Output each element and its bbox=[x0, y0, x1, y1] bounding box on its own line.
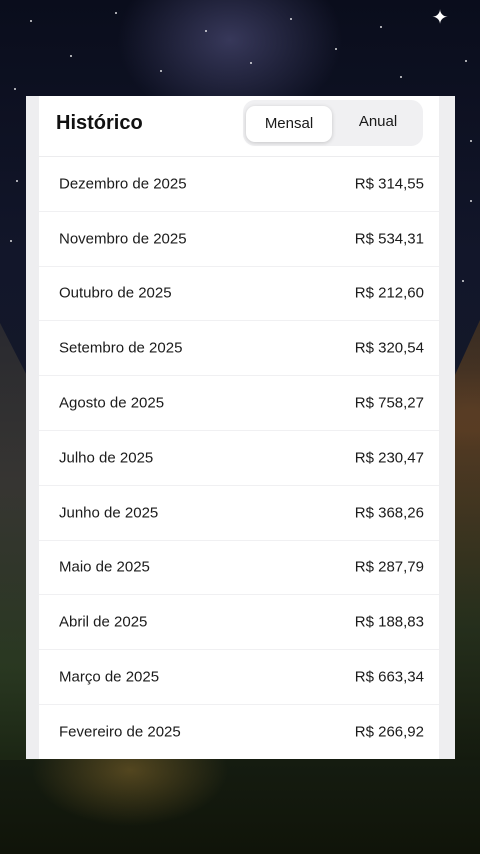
star bbox=[10, 240, 12, 242]
history-month: Maio de 2025 bbox=[59, 558, 150, 576]
star bbox=[115, 12, 117, 14]
history-amount: R$ 534,31 bbox=[354, 230, 424, 248]
history-row[interactable]: Abril de 2025 R$ 188,83 bbox=[39, 595, 439, 651]
card-left-edge bbox=[26, 96, 39, 759]
history-row[interactable]: Fevereiro de 2025 R$ 266,92 bbox=[39, 705, 439, 759]
star bbox=[470, 140, 472, 142]
star bbox=[462, 280, 464, 282]
history-month: Dezembro de 2025 bbox=[59, 175, 187, 193]
history-row[interactable]: Dezembro de 2025 R$ 314,55 bbox=[39, 157, 439, 212]
star bbox=[205, 30, 207, 32]
card-right-edge bbox=[439, 96, 455, 759]
history-amount: R$ 314,55 bbox=[354, 175, 424, 193]
history-row[interactable]: Outubro de 2025 R$ 212,60 bbox=[39, 267, 439, 322]
history-amount: R$ 368,26 bbox=[354, 504, 424, 522]
history-row[interactable]: Novembro de 2025 R$ 534,31 bbox=[39, 212, 439, 267]
history-amount: R$ 320,54 bbox=[354, 339, 424, 357]
history-amount: R$ 188,83 bbox=[354, 613, 424, 631]
star bbox=[250, 62, 252, 64]
history-list: Dezembro de 2025 R$ 314,55 Novembro de 2… bbox=[39, 157, 439, 759]
star bbox=[290, 18, 292, 20]
page-title: Histórico bbox=[56, 112, 143, 134]
star bbox=[14, 88, 16, 90]
history-row[interactable]: Maio de 2025 R$ 287,79 bbox=[39, 541, 439, 596]
sparkle-star-icon: ✦ bbox=[431, 7, 449, 29]
history-row[interactable]: Agosto de 2025 R$ 758,27 bbox=[39, 376, 439, 431]
history-amount: R$ 230,47 bbox=[354, 449, 424, 467]
history-card: Histórico Mensal Anual Dezembro de 2025 … bbox=[26, 96, 455, 759]
history-row[interactable]: Setembro de 2025 R$ 320,54 bbox=[39, 321, 439, 377]
history-row[interactable]: Março de 2025 R$ 663,34 bbox=[39, 650, 439, 705]
history-amount: R$ 266,92 bbox=[354, 723, 424, 741]
tab-mensal[interactable]: Mensal bbox=[246, 106, 332, 142]
tab-anual[interactable]: Anual bbox=[336, 104, 420, 140]
history-month: Abril de 2025 bbox=[59, 613, 148, 631]
history-amount: R$ 663,34 bbox=[354, 668, 424, 686]
history-row[interactable]: Julho de 2025 R$ 230,47 bbox=[39, 431, 439, 486]
star bbox=[465, 60, 467, 62]
history-row[interactable]: Junho de 2025 R$ 368,26 bbox=[39, 486, 439, 541]
history-month: Fevereiro de 2025 bbox=[59, 723, 181, 741]
history-month: Outubro de 2025 bbox=[59, 284, 172, 302]
history-month: Março de 2025 bbox=[59, 668, 160, 686]
star bbox=[160, 70, 162, 72]
history-month: Setembro de 2025 bbox=[59, 339, 183, 357]
star bbox=[335, 48, 337, 50]
star bbox=[380, 26, 382, 28]
history-month: Novembro de 2025 bbox=[59, 230, 187, 248]
star bbox=[16, 180, 18, 182]
star bbox=[70, 55, 72, 57]
history-month: Julho de 2025 bbox=[59, 449, 154, 467]
star bbox=[400, 76, 402, 78]
history-month: Agosto de 2025 bbox=[59, 394, 165, 412]
history-amount: R$ 758,27 bbox=[354, 394, 424, 412]
history-month: Junho de 2025 bbox=[59, 504, 159, 522]
period-segmented-control: Mensal Anual bbox=[243, 100, 423, 146]
star bbox=[470, 200, 472, 202]
history-header: Histórico Mensal Anual bbox=[39, 96, 439, 157]
history-amount: R$ 287,79 bbox=[354, 558, 424, 576]
star bbox=[30, 20, 32, 22]
history-amount: R$ 212,60 bbox=[354, 284, 424, 302]
